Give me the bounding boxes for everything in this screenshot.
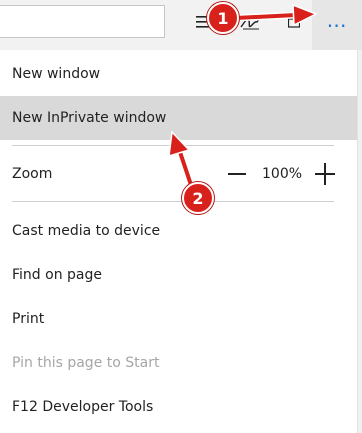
menu-item-label: Print: [12, 311, 45, 327]
menu-item-find-on-page[interactable]: Find on page: [0, 253, 362, 297]
address-bar[interactable]: [0, 5, 165, 38]
menu-item-label: F12 Developer Tools: [12, 399, 154, 415]
zoom-value: 100%: [262, 166, 303, 182]
callout-badge-1: 1: [207, 2, 239, 34]
menu-item-label: Cast media to device: [12, 223, 161, 239]
menu-item-label: Find on page: [12, 267, 102, 283]
menu-item-cast-media[interactable]: Cast media to device: [0, 209, 362, 253]
menu-separator: [12, 145, 334, 146]
zoom-out-button[interactable]: [226, 162, 248, 186]
menu-item-label: New window: [12, 66, 101, 82]
more-actions-button[interactable]: ⋯: [312, 0, 362, 50]
more-icon: ⋯: [326, 13, 348, 37]
callout-badge-2: 2: [182, 182, 214, 214]
menu-item-print[interactable]: Print: [0, 297, 362, 341]
menu-item-new-inprivate-window[interactable]: New InPrivate window: [0, 96, 362, 140]
menu-separator: [12, 201, 334, 202]
browser-toolbar: ⋯: [0, 0, 362, 50]
menu-item-label: New InPrivate window: [12, 110, 167, 126]
menu-item-label: Pin this page to Start: [12, 355, 160, 371]
scrollbar-track[interactable]: [357, 50, 362, 433]
zoom-row: Zoom 100%: [0, 152, 362, 196]
web-note-pen-icon[interactable]: [238, 8, 264, 36]
menu-item-pin-to-start: Pin this page to Start: [0, 341, 362, 385]
zoom-in-button[interactable]: [314, 162, 336, 186]
settings-menu: New window New InPrivate window Zoom 100…: [0, 50, 362, 433]
menu-item-f12-developer-tools[interactable]: F12 Developer Tools: [0, 385, 362, 429]
share-icon[interactable]: [287, 8, 301, 36]
menu-item-new-window[interactable]: New window: [0, 52, 362, 96]
zoom-label: Zoom: [12, 166, 53, 182]
